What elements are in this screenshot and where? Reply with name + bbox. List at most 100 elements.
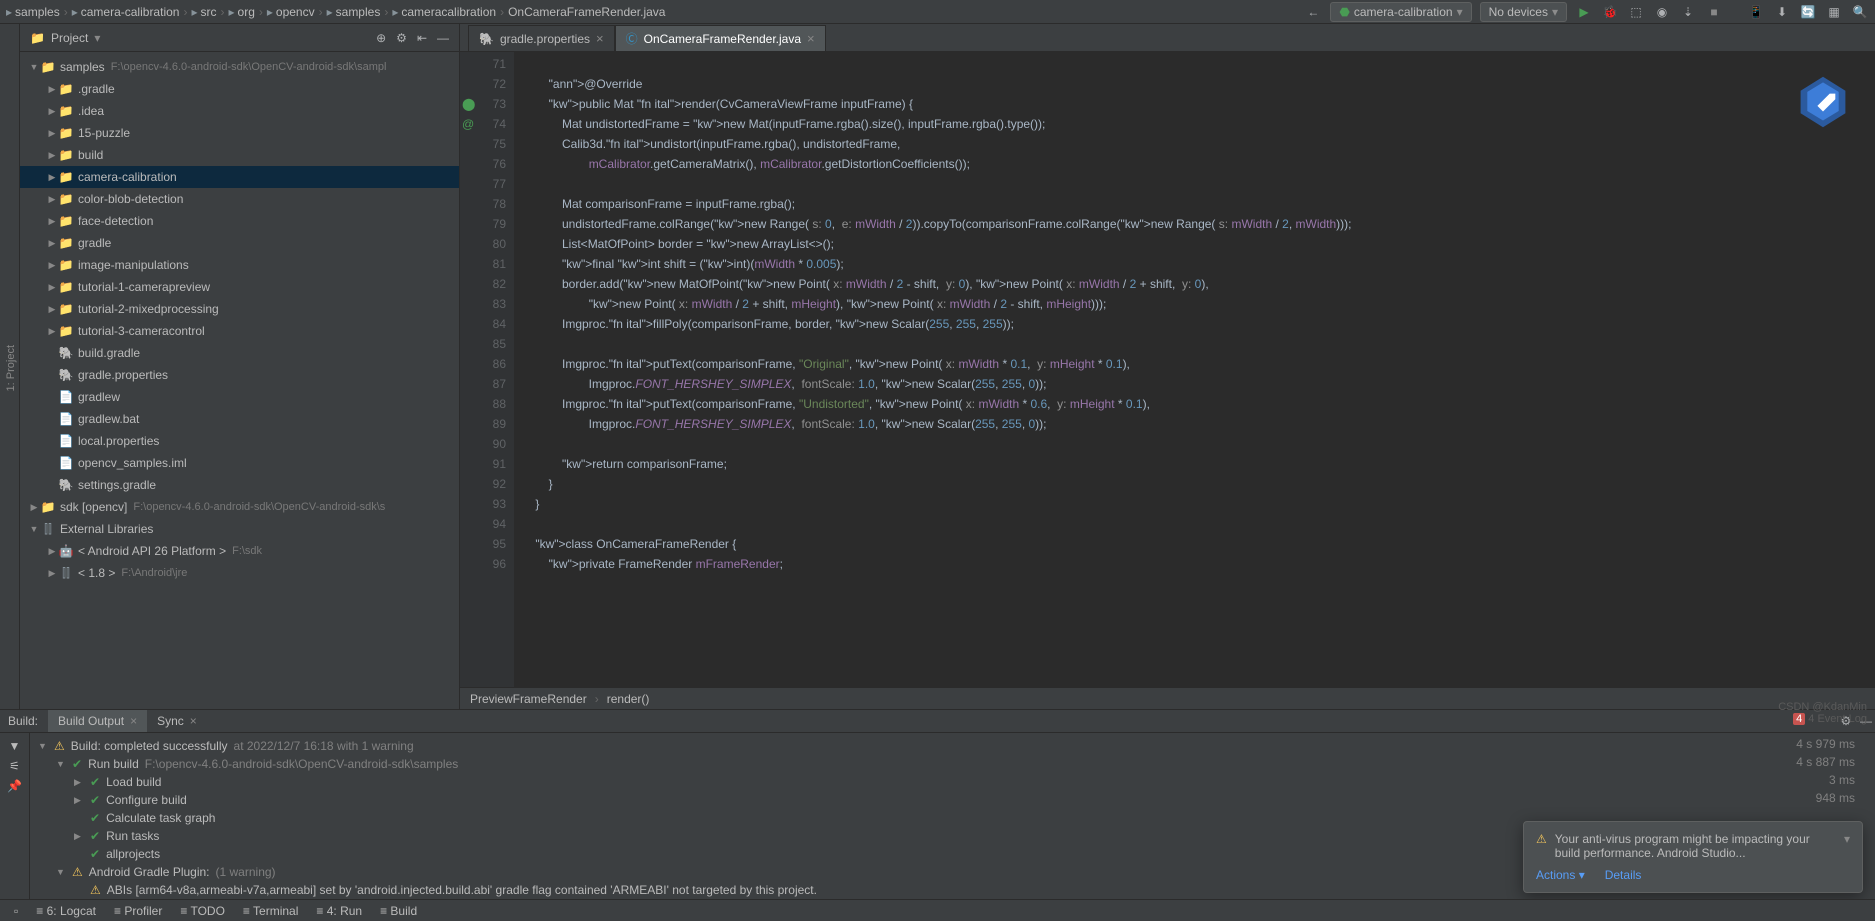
module-selector[interactable]: ⬣ camera-calibration ▾ xyxy=(1330,2,1471,22)
tree-row[interactable]: 📄opencv_samples.iml xyxy=(20,452,459,474)
tree-row[interactable]: 📄gradlew.bat xyxy=(20,408,459,430)
notification-actions[interactable]: Actions ▾ xyxy=(1536,868,1585,882)
build-row[interactable]: ▼⚠Build: completed successfully at 2022/… xyxy=(38,737,1777,755)
back-icon[interactable]: ← xyxy=(1304,3,1322,21)
profile-icon[interactable]: ◉ xyxy=(1653,3,1671,21)
flutter-logo-icon xyxy=(1795,74,1851,130)
top-bar: ▸ samples›▸ camera-calibration›▸ src›▸ o… xyxy=(0,0,1875,24)
tree-row[interactable]: ▶🤖< Android API 26 Platform >F:\sdk xyxy=(20,540,459,562)
status-item[interactable]: ≡ Build xyxy=(374,904,423,918)
expand-icon[interactable]: ▼ xyxy=(9,739,21,753)
left-tool-strip: 1: ProjectResource ManagerLayout Capture… xyxy=(0,24,20,709)
tree-row[interactable]: ▶📁tutorial-2-mixedprocessing xyxy=(20,298,459,320)
build-row[interactable]: ▶✔Load build xyxy=(38,773,1777,791)
tree-row[interactable]: ▶📁camera-calibration xyxy=(20,166,459,188)
breadcrumb-item[interactable]: ▸ cameracalibration xyxy=(392,5,496,19)
tree-row[interactable]: ▶📁gradle xyxy=(20,232,459,254)
structure-icon[interactable]: ▦ xyxy=(1825,3,1843,21)
build-row[interactable]: ▶✔Configure build xyxy=(38,791,1777,809)
tree-row[interactable]: ▶📁sdk [opencv]F:\opencv-4.6.0-android-sd… xyxy=(20,496,459,518)
close-icon[interactable]: × xyxy=(807,31,815,46)
tree-row[interactable]: ▶📁.idea xyxy=(20,100,459,122)
gear-icon[interactable]: ⚙ xyxy=(396,31,407,45)
build-tab[interactable]: Build Output × xyxy=(48,710,147,732)
breadcrumb-item[interactable]: ▸ opencv xyxy=(267,5,315,19)
build-row[interactable]: ▼✔Run build F:\opencv-4.6.0-android-sdk\… xyxy=(38,755,1777,773)
breadcrumb-item[interactable]: ▸ camera-calibration xyxy=(72,5,180,19)
notification-toast: ⚠ Your anti-virus program might be impac… xyxy=(1523,821,1863,893)
editor-tab[interactable]: 🐘gradle.properties× xyxy=(468,25,615,51)
coverage-icon[interactable]: ⬚ xyxy=(1627,3,1645,21)
code-area[interactable]: 7172⬤ @737475767778798081828384858687888… xyxy=(460,52,1875,687)
build-output-tree[interactable]: ▼⚠Build: completed successfully at 2022/… xyxy=(30,733,1785,903)
breadcrumb-item[interactable]: ▸ samples xyxy=(6,5,60,19)
crumb-class[interactable]: PreviewFrameRender xyxy=(470,692,587,706)
tree-row[interactable]: 🐘gradle.properties xyxy=(20,364,459,386)
hide-icon[interactable]: — xyxy=(437,31,449,45)
stop-icon[interactable]: ■ xyxy=(1705,3,1723,21)
tree-row[interactable]: ▶📁color-blob-detection xyxy=(20,188,459,210)
debug-icon[interactable]: 🐞 xyxy=(1601,3,1619,21)
main: 1: ProjectResource ManagerLayout Capture… xyxy=(0,24,1875,709)
tree-row[interactable]: ▶⫿⫿< 1.8 >F:\Android\jre xyxy=(20,562,459,584)
editor-breadcrumb[interactable]: PreviewFrameRender › render() xyxy=(460,687,1875,709)
tool-window-tab[interactable]: 1: Project xyxy=(3,339,19,397)
project-panel-header: 📁 Project ▾ ⊕ ⚙ ⇤ — xyxy=(20,24,459,52)
breadcrumb-item[interactable]: ▸ org xyxy=(229,5,255,19)
tree-row[interactable]: 🐘settings.gradle xyxy=(20,474,459,496)
notification-message: Your anti-virus program might be impacti… xyxy=(1555,832,1836,860)
avd-icon[interactable]: 📱 xyxy=(1747,3,1765,21)
device-selector[interactable]: No devices ▾ xyxy=(1480,2,1567,22)
close-icon[interactable]: × xyxy=(596,31,604,46)
tree-row[interactable]: 🐘build.gradle xyxy=(20,342,459,364)
tree-row[interactable]: ▶📁image-manipulations xyxy=(20,254,459,276)
tree-row[interactable]: ▶📁15-puzzle xyxy=(20,122,459,144)
code-content[interactable]: "ann">@Override "kw">public Mat "fn ital… xyxy=(514,52,1875,687)
status-bar: ▫ ≡ 6: Logcat ≡ Profiler ≡ TODO ≡ Terminal ≡ … xyxy=(0,899,1875,921)
tree-row[interactable]: 📄local.properties xyxy=(20,430,459,452)
gutter: 7172⬤ @737475767778798081828384858687888… xyxy=(460,52,514,687)
tree-row[interactable]: ▶📁tutorial-3-cameracontrol xyxy=(20,320,459,342)
status-item[interactable]: ≡ TODO xyxy=(174,904,231,918)
status-item[interactable]: ≡ 4: Run xyxy=(310,904,368,918)
tree-row[interactable]: ▼📁samplesF:\opencv-4.6.0-android-sdk\Ope… xyxy=(20,56,459,78)
build-row[interactable]: ▶✔Run tasks xyxy=(38,827,1777,845)
editor-tab[interactable]: ⒸOnCameraFrameRender.java× xyxy=(615,25,826,51)
crumb-method[interactable]: render() xyxy=(607,692,650,706)
build-row[interactable]: ⚠ABIs [arm64-v8a,armeabi-v7a,armeabi] se… xyxy=(38,881,1777,899)
breadcrumb-item[interactable]: OnCameraFrameRender.java xyxy=(508,5,665,19)
run-icon[interactable]: ▶ xyxy=(1575,3,1593,21)
chevron-down-icon[interactable]: ▾ xyxy=(1844,832,1850,860)
tree-row[interactable]: 📄gradlew xyxy=(20,386,459,408)
target-icon[interactable]: ⊕ xyxy=(376,31,386,45)
status-item[interactable]: ≡ 6: Logcat xyxy=(30,904,102,918)
notification-details[interactable]: Details xyxy=(1605,868,1642,882)
filter-icon[interactable]: ⚟ xyxy=(9,759,20,773)
tree-row[interactable]: ▶📁tutorial-1-camerapreview xyxy=(20,276,459,298)
search-icon[interactable]: 🔍 xyxy=(1851,3,1869,21)
collapse-icon[interactable]: ⇤ xyxy=(417,31,427,45)
pin-icon[interactable]: 📌 xyxy=(7,779,22,793)
build-row[interactable]: ✔allprojects xyxy=(38,845,1777,863)
build-row[interactable]: ✔Calculate task graph xyxy=(38,809,1777,827)
breadcrumb-item[interactable]: ▸ src xyxy=(191,5,216,19)
folder-icon: 📁 xyxy=(30,31,45,45)
project-panel-title: Project xyxy=(51,31,88,45)
project-panel: 📁 Project ▾ ⊕ ⚙ ⇤ — ▼📁samplesF:\opencv-4… xyxy=(20,24,460,709)
build-row[interactable]: ▼⚠Android Gradle Plugin: (1 warning) xyxy=(38,863,1777,881)
breadcrumb-item[interactable]: ▸ samples xyxy=(327,5,381,19)
sdk-icon[interactable]: ⬇ xyxy=(1773,3,1791,21)
status-item[interactable]: ≡ Profiler xyxy=(108,904,168,918)
sync-icon[interactable]: 🔄 xyxy=(1799,3,1817,21)
breadcrumb: ▸ samples›▸ camera-calibration›▸ src›▸ o… xyxy=(6,5,1300,19)
build-tab[interactable]: Sync × xyxy=(147,710,207,732)
tree-row[interactable]: ▶📁.gradle xyxy=(20,78,459,100)
status-item[interactable]: ≡ Terminal xyxy=(237,904,304,918)
tree-row[interactable]: ▶📁build xyxy=(20,144,459,166)
attach-icon[interactable]: ⇣ xyxy=(1679,3,1697,21)
editor: 🐘gradle.properties×ⒸOnCameraFrameRender.… xyxy=(460,24,1875,709)
status-item[interactable]: ▫ xyxy=(8,904,24,918)
project-tree[interactable]: ▼📁samplesF:\opencv-4.6.0-android-sdk\Ope… xyxy=(20,52,459,709)
tree-row[interactable]: ▼⫿⫿External Libraries xyxy=(20,518,459,540)
tree-row[interactable]: ▶📁face-detection xyxy=(20,210,459,232)
